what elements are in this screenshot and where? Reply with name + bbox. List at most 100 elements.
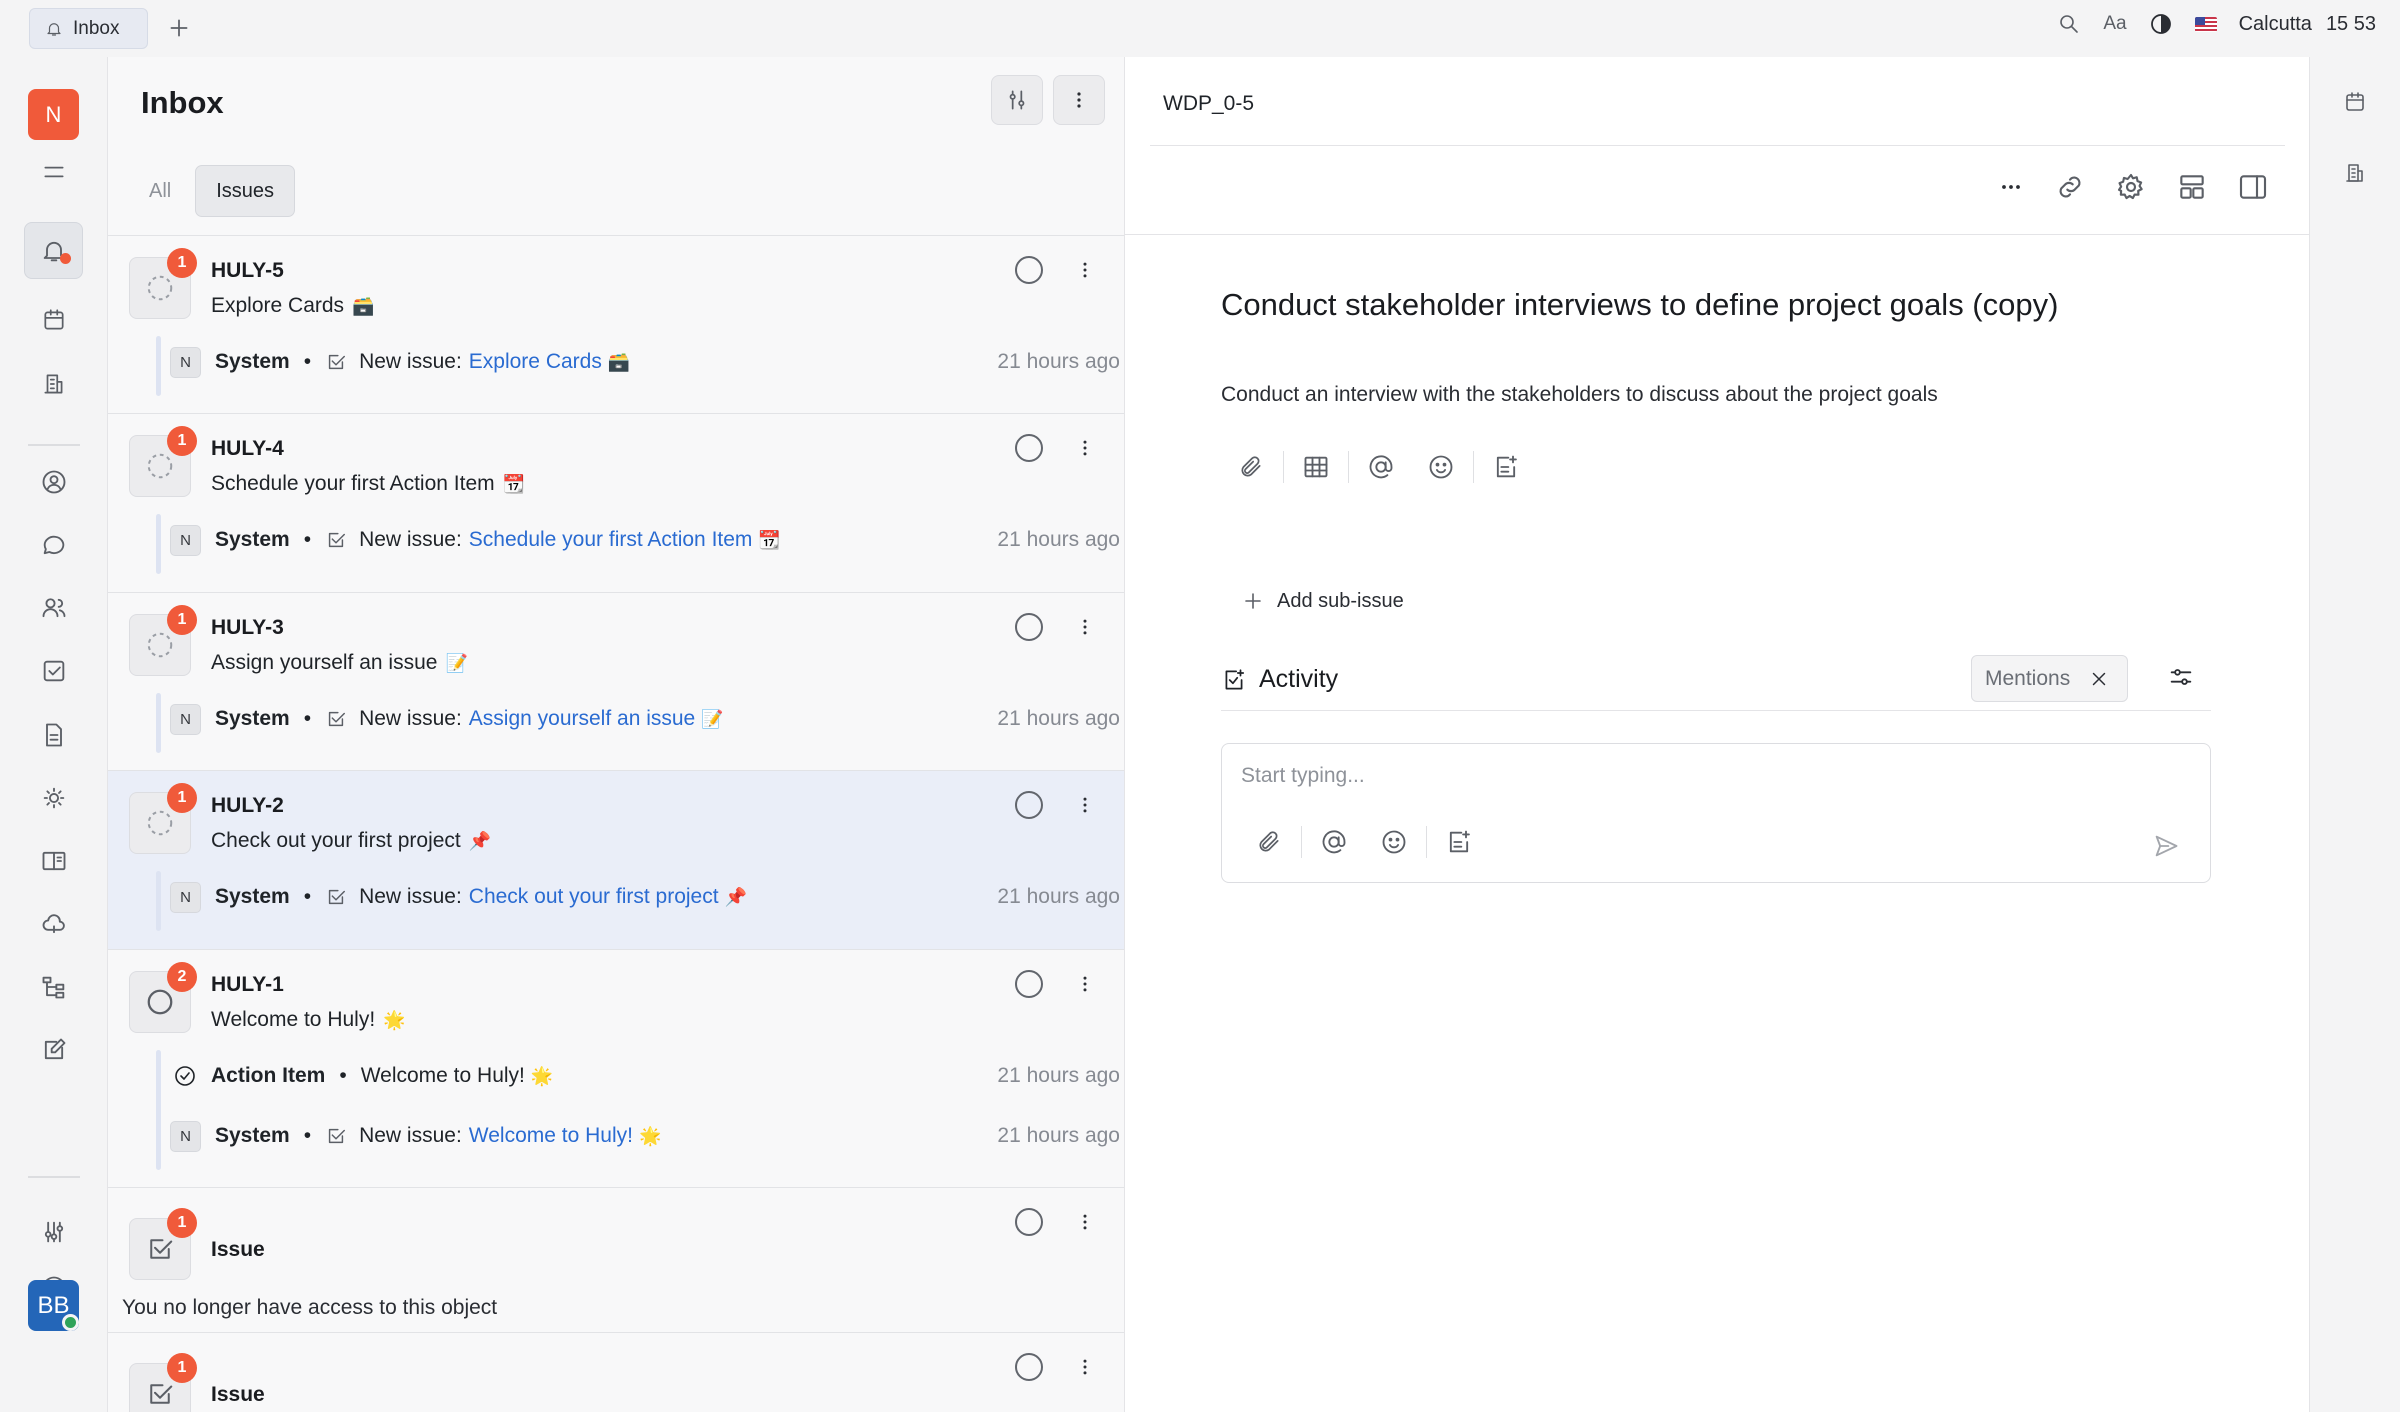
link-icon[interactable] [2054,171,2086,203]
mentions-filter-chip[interactable]: Mentions [1971,655,2128,702]
item-more-icon[interactable] [1071,1353,1099,1381]
emoji-icon[interactable] [1426,452,1456,482]
mention-icon[interactable] [1319,827,1349,857]
mark-read-button[interactable] [1015,434,1043,462]
mark-read-button[interactable] [1015,970,1043,998]
office-building-icon[interactable] [24,355,83,412]
search-icon[interactable] [2057,12,2081,36]
tab-all[interactable]: All [129,165,191,217]
add-card-icon[interactable] [1491,452,1521,482]
action-item-line[interactable]: Action Item • Welcome to Huly! 🌟 21 hour… [170,1058,1120,1094]
menu-icon[interactable] [24,143,83,200]
item-more-icon[interactable] [1071,791,1099,819]
cloud-drive-icon[interactable] [24,895,83,952]
inbox-item-huly-5[interactable]: 1 HULY-5 Explore Cards 🗃️ N System • New … [108,236,1124,414]
more-vertical-icon [1077,92,1081,108]
item-more-icon[interactable] [1071,613,1099,641]
send-icon[interactable] [2152,832,2180,860]
backlog-status-icon [147,453,173,479]
inbox-nav-button[interactable] [24,222,83,279]
issue-link[interactable]: Assign yourself an issue [469,707,695,731]
world-clock[interactable]: Calcutta 15 53 [2239,13,2376,36]
inbox-filter-button[interactable] [991,75,1043,125]
issue-link[interactable]: Welcome to Huly! [469,1124,633,1148]
inbox-more-button[interactable] [1053,75,1105,125]
notification-line[interactable]: N System • New issue: Welcome to Huly! 🌟… [170,1118,1120,1154]
item-more-icon[interactable] [1071,434,1099,462]
inbox-item-huly-2[interactable]: 1 HULY-2 Check out your first project 📌 N… [108,771,1124,950]
calendar-icon[interactable] [2343,90,2367,114]
inbox-item-huly-1[interactable]: 2 HULY-1 Welcome to Huly! 🌟 Action Item •… [108,950,1124,1188]
card-box-emoji: 🗃️ [607,351,631,372]
office-building-icon[interactable] [2343,161,2367,185]
inbox-item-huly-3[interactable]: 1 HULY-3 Assign yourself an issue 📝 N Sys… [108,593,1124,771]
workspace-button[interactable]: N [28,89,79,140]
issue-description[interactable]: Conduct an interview with the stakeholde… [1221,383,1938,407]
mark-read-button[interactable] [1015,1208,1043,1236]
issue-title[interactable]: Conduct stakeholder interviews to define… [1221,287,2058,323]
actor-name: System [215,885,290,908]
thread-indicator [156,514,161,574]
theme-toggle-icon[interactable] [2149,12,2173,36]
add-card-icon[interactable] [1444,827,1474,857]
issue-check-icon [325,708,347,730]
attach-icon[interactable] [1254,827,1284,857]
team-icon[interactable] [24,579,83,636]
close-icon[interactable] [2088,668,2110,690]
system-avatar: N [170,524,201,556]
emoji-icon[interactable] [1379,827,1409,857]
layout-icon[interactable] [2176,171,2208,203]
mark-read-button[interactable] [1015,613,1043,641]
item-more-icon[interactable] [1071,970,1099,998]
calendar-icon[interactable] [24,291,83,348]
settings-sliders-icon[interactable] [24,1203,83,1260]
top-bar: Inbox Aa Calcutta 15 53 [0,0,2400,57]
more-horizontal-icon[interactable] [1997,173,2025,201]
attach-icon[interactable] [1236,452,1266,482]
edit-icon[interactable] [24,1021,83,1078]
pushpin-emoji: 📌 [468,830,492,851]
hierarchy-icon[interactable] [24,958,83,1015]
knowledge-book-icon[interactable] [24,832,83,889]
backlog-status-icon [147,275,173,301]
item-more-icon[interactable] [1071,256,1099,284]
item-more-icon[interactable] [1071,1208,1099,1236]
tab-inbox[interactable]: Inbox [29,8,148,49]
issue-link[interactable]: Explore Cards [469,350,602,374]
inbox-item-issue[interactable]: 1 Issue [108,1333,1124,1412]
gear-icon[interactable] [2115,171,2147,203]
tab-issues[interactable]: Issues [195,165,296,217]
mention-icon[interactable] [1366,452,1396,482]
language-flag-icon[interactable] [2194,16,2217,32]
bell-icon [45,20,63,38]
new-tab-button[interactable] [166,15,192,41]
comment-input[interactable]: Start typing... [1241,764,1365,788]
add-sub-issue-button[interactable]: Add sub-issue [1241,589,1404,613]
mark-read-button[interactable] [1015,256,1043,284]
notification-line[interactable]: N System • New issue: Explore Cards 🗃️ 2… [170,344,1120,380]
notification-line[interactable]: N System • New issue: Check out your fir… [170,879,1120,915]
documents-icon[interactable] [24,706,83,763]
clock-hour: 15 [2325,12,2349,35]
table-icon[interactable] [1301,452,1331,482]
separator-dot: • [303,350,312,373]
tracker-icon[interactable] [24,642,83,699]
sidebar-toggle-icon[interactable] [2237,171,2269,203]
sun-icon[interactable] [24,769,83,826]
notification-line[interactable]: N System • New issue: Assign yourself an… [170,701,1120,737]
notification-prefix: New issue: [359,1124,462,1147]
issue-link[interactable]: Check out your first project [469,885,719,909]
comment-composer[interactable]: Start typing... [1221,743,2211,883]
inbox-item-issue[interactable]: 1 Issue You no longer have access to thi… [108,1188,1124,1333]
notification-line[interactable]: N System • New issue: Schedule your firs… [170,522,1120,558]
activity-filter-icon[interactable] [2167,663,2195,691]
issue-link[interactable]: Schedule your first Action Item [469,528,753,552]
chat-icon[interactable] [24,516,83,573]
font-size-button[interactable]: Aa [2103,13,2126,35]
mark-read-button[interactable] [1015,1353,1043,1381]
issue-title: Schedule your first Action Item [211,472,495,495]
issue-breadcrumb[interactable]: WDP_0-5 [1163,92,1254,116]
inbox-item-huly-4[interactable]: 1 HULY-4 Schedule your first Action Item… [108,414,1124,593]
mark-read-button[interactable] [1015,791,1043,819]
contacts-icon[interactable] [24,453,83,510]
